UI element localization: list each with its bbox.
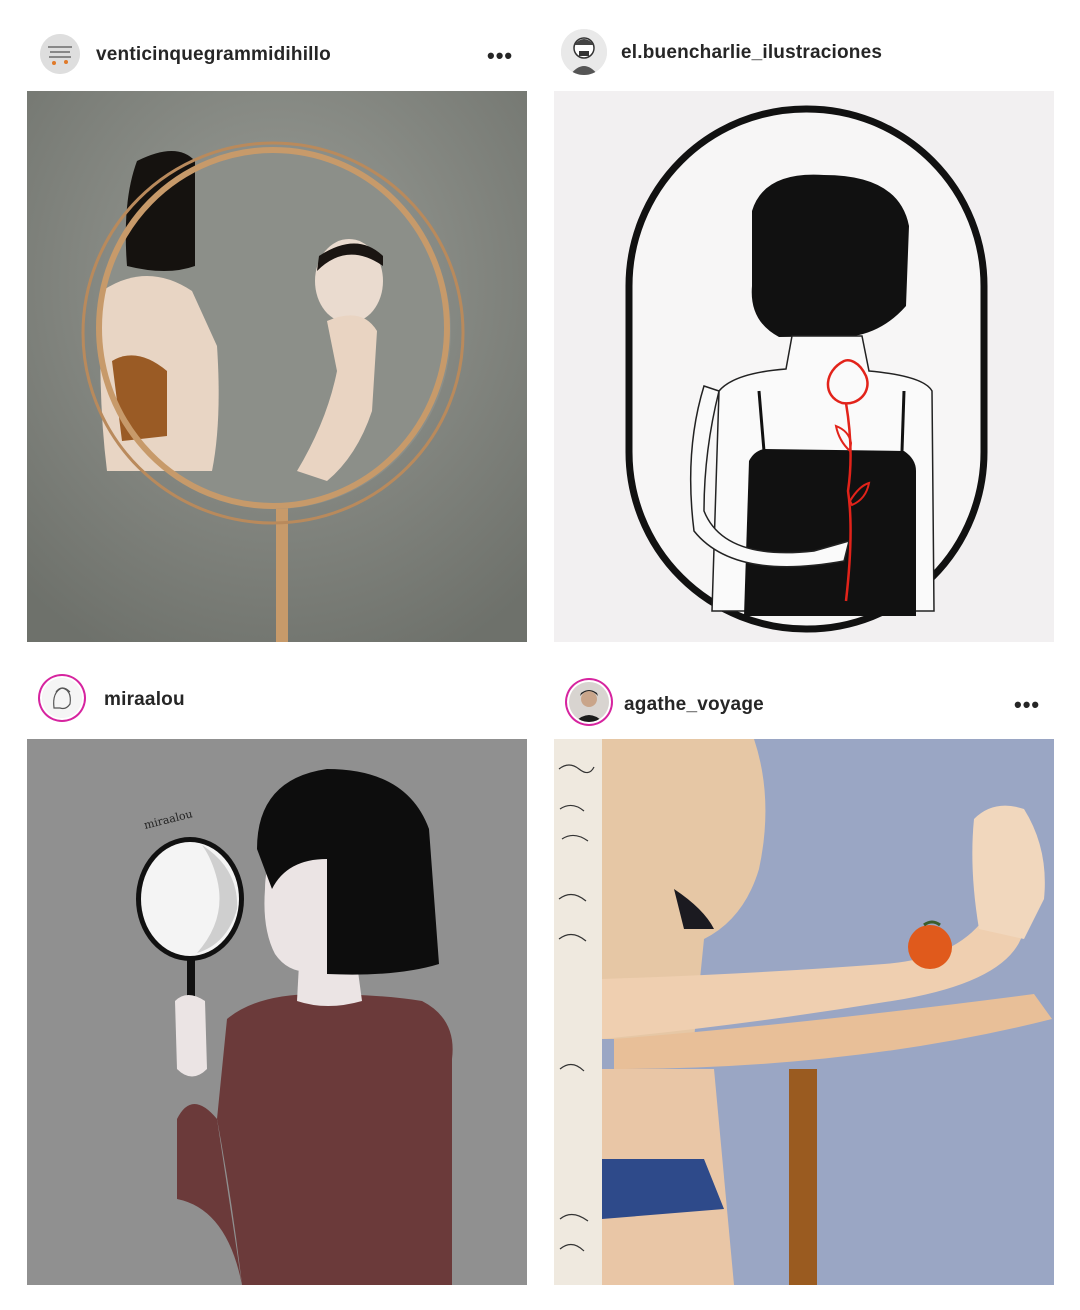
- username[interactable]: agathe_voyage: [624, 694, 764, 716]
- more-options-icon[interactable]: •••: [487, 45, 513, 67]
- post-header: el.buencharlie_ilustraciones: [554, 25, 1054, 85]
- line-drawing-avatar-icon[interactable]: [42, 678, 82, 718]
- post-card-1: venticinquegrammidihillo •••: [27, 25, 527, 642]
- post-image[interactable]: [554, 739, 1054, 1285]
- flat-illustration-woman-hand-mirror: miraalou: [27, 739, 527, 1285]
- post-card-2: el.buencharlie_ilustraciones: [554, 25, 1054, 642]
- post-header: venticinquegrammidihillo •••: [27, 25, 527, 85]
- more-options-icon[interactable]: •••: [1014, 694, 1040, 716]
- ink-drawing-woman-rose-tattoo: [554, 91, 1054, 642]
- sketched-portrait-avatar-icon[interactable]: [561, 29, 607, 75]
- username[interactable]: miraalou: [104, 689, 185, 711]
- painting-arms-orange: [554, 739, 1054, 1285]
- username[interactable]: el.buencharlie_ilustraciones: [621, 42, 882, 64]
- painting-woman-round-mirror: [27, 91, 527, 642]
- post-card-4: agathe_voyage •••: [554, 667, 1054, 1285]
- post-image[interactable]: [27, 91, 527, 642]
- post-image[interactable]: [554, 91, 1054, 642]
- username[interactable]: venticinquegrammidihillo: [96, 44, 331, 66]
- text-avatar-icon[interactable]: [40, 34, 80, 74]
- post-card-3: miraalou miraalou: [27, 667, 527, 1285]
- photo-avatar-icon[interactable]: [569, 682, 609, 722]
- post-image[interactable]: miraalou: [27, 739, 527, 1285]
- post-header: miraalou: [27, 667, 527, 727]
- post-header: agathe_voyage •••: [554, 667, 1054, 727]
